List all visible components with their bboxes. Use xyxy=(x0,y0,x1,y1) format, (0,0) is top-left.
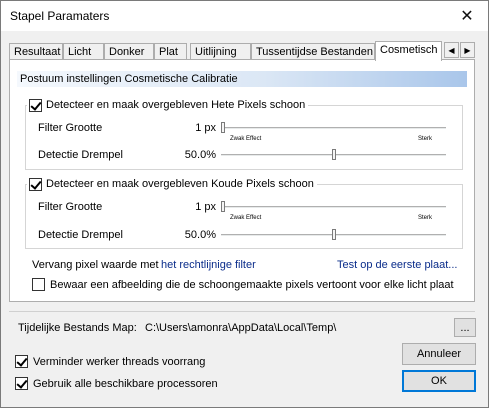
hot-pixels-label: Detecteer en maak overgebleven Hete Pixe… xyxy=(46,99,306,111)
use-all-cpus-row[interactable]: Gebruik alle beschikbare processoren xyxy=(15,377,218,390)
dialog-window: Stapel Paramaters ✕ Resultaat Licht Donk… xyxy=(0,0,489,408)
hot-threshold-slider-thumb[interactable] xyxy=(331,149,336,160)
tab-strip: Resultaat Licht Donker Plat Uitlijning T… xyxy=(9,41,449,61)
cold-filter-value: 1 px xyxy=(195,201,216,213)
hot-filter-slider-track[interactable] xyxy=(221,127,446,130)
window-title: Stapel Paramaters xyxy=(10,9,110,23)
save-image-row[interactable]: Bewaar een afbeelding die de schoongemaa… xyxy=(32,278,454,291)
hot-filter-slider-thumb[interactable] xyxy=(221,122,225,133)
cold-pixels-checkbox[interactable] xyxy=(29,177,42,191)
cold-pixels-checkbox-row[interactable]: Detecteer en maak overgebleven Koude Pix… xyxy=(27,177,317,191)
cold-threshold-value: 50.0% xyxy=(184,229,216,241)
browse-folder-button[interactable]: ... xyxy=(454,318,476,337)
reduce-threads-label: Verminder werker threads voorrang xyxy=(33,355,206,368)
cold-scale-strong-label: Sterk xyxy=(418,215,433,221)
hot-pixels-checkbox[interactable] xyxy=(29,98,42,112)
tab-licht[interactable]: Licht xyxy=(63,43,104,60)
tab-donker[interactable]: Donker xyxy=(104,43,154,60)
cold-threshold-label: Detectie Drempel xyxy=(38,229,123,241)
cold-pixels-label: Detecteer en maak overgebleven Koude Pix… xyxy=(46,178,314,190)
ok-button[interactable]: OK xyxy=(402,370,476,392)
use-all-cpus-label: Gebruik alle beschikbare processoren xyxy=(33,377,218,390)
use-all-cpus-checkbox[interactable] xyxy=(15,377,28,390)
reduce-threads-row[interactable]: Verminder werker threads voorrang xyxy=(15,355,205,368)
cold-filter-slider-track[interactable] xyxy=(221,206,446,209)
tab-scroll-left-icon[interactable]: ◀ xyxy=(444,42,459,58)
temp-folder-path: C:\Users\amonra\AppData\Local\Temp\ xyxy=(145,322,337,334)
hot-scale-strong-label: Sterk xyxy=(418,136,433,142)
save-image-checkbox[interactable] xyxy=(32,278,45,291)
test-first-plate-link[interactable]: Test op de eerste plaat... xyxy=(337,259,457,271)
tab-scroll-right-icon[interactable]: ▶ xyxy=(460,42,475,58)
hot-threshold-value: 50.0% xyxy=(184,149,216,161)
replace-label: Vervang pixel waarde met xyxy=(32,259,159,271)
separator xyxy=(9,311,475,312)
tab-resultaat[interactable]: Resultaat xyxy=(9,43,63,60)
tab-plat[interactable]: Plat xyxy=(154,43,187,60)
title-bar[interactable]: Stapel Paramaters ✕ xyxy=(1,1,488,31)
hot-pixels-checkbox-row[interactable]: Detecteer en maak overgebleven Hete Pixe… xyxy=(27,98,309,112)
cold-filter-slider-thumb[interactable] xyxy=(221,201,225,212)
cold-threshold-slider-thumb[interactable] xyxy=(331,229,336,240)
cold-filter-label: Filter Grootte xyxy=(38,201,103,213)
hot-scale-weak-label: Zwak Effect xyxy=(230,136,262,142)
cancel-button[interactable]: Annuleer xyxy=(402,343,476,365)
hot-filter-label: Filter Grootte xyxy=(38,122,103,134)
temp-folder-label: Tijdelijke Bestands Map: xyxy=(18,322,137,334)
reduce-threads-checkbox[interactable] xyxy=(15,355,28,368)
tab-cosmetisch[interactable]: Cosmetisch xyxy=(375,41,442,61)
save-image-label: Bewaar een afbeelding die de schoongemaa… xyxy=(50,278,454,291)
hot-threshold-label: Detectie Drempel xyxy=(38,149,123,161)
cold-scale-weak-label: Zwak Effect xyxy=(230,215,262,221)
section-header: Postuum instellingen Cosmetische Calibra… xyxy=(17,71,467,87)
replace-method-link[interactable]: het rechtlijnige filter xyxy=(161,259,256,271)
close-icon[interactable]: ✕ xyxy=(456,6,478,26)
hot-filter-value: 1 px xyxy=(195,122,216,134)
tab-uitlijning[interactable]: Uitlijning xyxy=(190,43,251,60)
tab-tussentijdse-bestanden[interactable]: Tussentijdse Bestanden xyxy=(251,43,375,60)
